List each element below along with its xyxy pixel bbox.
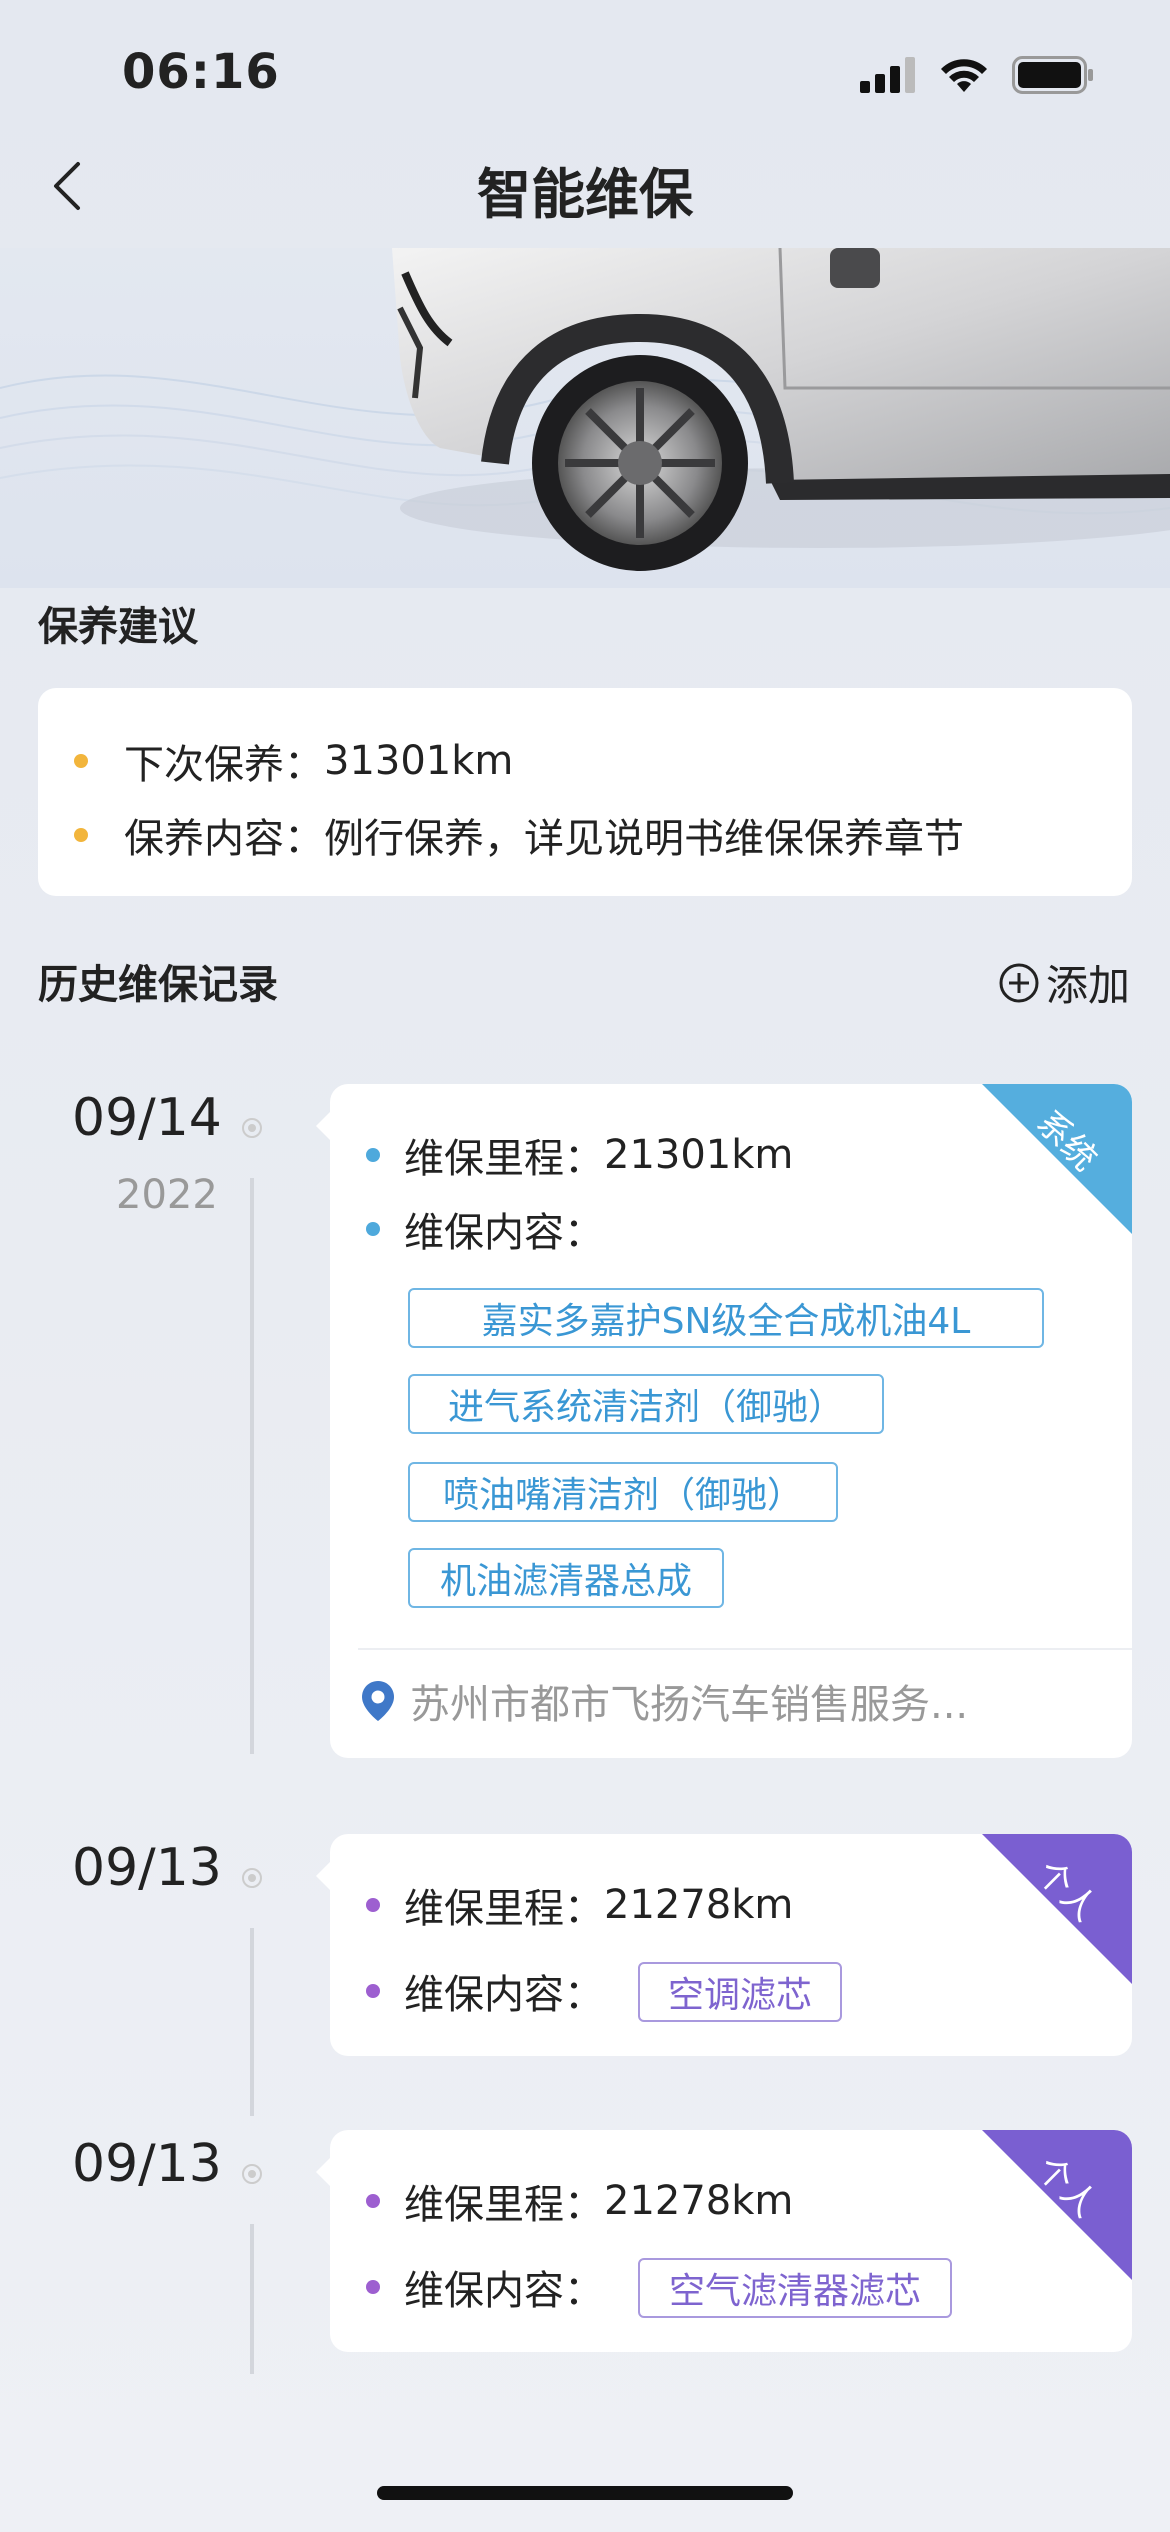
record-date: 09/13 <box>72 1838 222 1898</box>
page-title: 智能维保 <box>477 163 693 226</box>
maintenance-item-tag: 嘉实多嘉护SN级全合成机油4L <box>408 1288 1044 1348</box>
home-indicator[interactable] <box>377 2486 793 2500</box>
mileage-row: 维保里程： 21278km <box>366 1876 793 1934</box>
content-label: 维保内容： <box>404 1210 604 1256</box>
source-corner-badge: 个人 <box>982 2130 1132 2280</box>
advice-next-value: 31301km <box>324 738 514 784</box>
status-time: 06:16 <box>122 44 280 100</box>
content-label: 维保内容： <box>404 1972 604 2018</box>
bullet-dot <box>366 2280 380 2294</box>
mileage-label: 维保里程： <box>404 2182 604 2228</box>
content-row: 维保内容： <box>366 1962 604 2020</box>
content-row: 维保内容： <box>366 2258 604 2316</box>
history-section-title: 历史维保记录 <box>38 962 278 1008</box>
content-label: 维保内容： <box>404 2268 604 2314</box>
advice-card: 下次保养： 31301km 保养内容： 例行保养，详见说明书维保保养章节 <box>38 688 1132 896</box>
timeline-line <box>250 1178 254 1754</box>
bullet-dot <box>366 1898 380 1912</box>
mileage-row: 维保里程： 21278km <box>366 2172 793 2230</box>
mileage-label: 维保里程： <box>404 1136 604 1182</box>
advice-next-label: 下次保养： <box>124 742 324 788</box>
mileage-value: 21278km <box>604 1882 794 1928</box>
record-card[interactable]: 个人 维保里程： 21278km 维保内容： 空气滤清器滤芯 <box>316 2130 1132 2352</box>
source-corner-badge: 个人 <box>982 1834 1132 1984</box>
timeline-dot <box>242 1118 262 1138</box>
record-card[interactable]: 系统 维保里程： 21301km 维保内容： 嘉实多嘉护SN级全合成机油4L 进… <box>316 1084 1132 1758</box>
timeline-line <box>250 1928 254 2116</box>
wifi-icon <box>941 59 987 92</box>
car-hero-image <box>0 248 1170 588</box>
maintenance-item-tag: 空气滤清器滤芯 <box>638 2258 952 2318</box>
advice-next-row: 下次保养： 31301km <box>74 732 513 790</box>
record-card[interactable]: 个人 维保里程： 21278km 维保内容： 空调滤芯 <box>316 1834 1132 2056</box>
bullet-dot <box>74 828 88 842</box>
record-date: 09/13 <box>72 2134 222 2194</box>
record-date: 09/14 <box>72 1088 222 1148</box>
add-record-button[interactable]: 添加 <box>998 952 1130 1013</box>
timeline-dot <box>242 2164 262 2184</box>
bullet-dot <box>366 1222 380 1236</box>
location-row[interactable]: 苏州市都市飞扬汽车销售服务... <box>360 1672 968 1730</box>
bullet-dot <box>366 2194 380 2208</box>
advice-content-label: 保养内容： <box>124 816 324 862</box>
card-divider <box>358 1648 1132 1650</box>
timeline-line <box>250 2224 254 2374</box>
maintenance-item-tag: 进气系统清洁剂（御驰） <box>408 1374 884 1434</box>
advice-content-row: 保养内容： 例行保养，详见说明书维保保养章节 <box>74 806 964 864</box>
timeline-dot <box>242 1868 262 1888</box>
mileage-value: 21301km <box>604 1132 794 1178</box>
bullet-dot <box>366 1984 380 1998</box>
advice-section-title: 保养建议 <box>38 604 198 650</box>
signal-icon <box>860 57 915 93</box>
maintenance-item-tag: 机油滤清器总成 <box>408 1548 724 1608</box>
advice-content-value: 例行保养，详见说明书维保保养章节 <box>324 816 964 862</box>
battery-icon <box>1012 56 1093 94</box>
mileage-value: 21278km <box>604 2178 794 2224</box>
mileage-label: 维保里程： <box>404 1886 604 1932</box>
plus-circle-icon <box>999 963 1039 1002</box>
mileage-row: 维保里程： 21301km <box>366 1126 793 1184</box>
add-record-label: 添加 <box>1045 961 1130 1010</box>
maintenance-item-tag: 空调滤芯 <box>638 1962 842 2022</box>
content-row: 维保内容： <box>366 1200 604 1258</box>
bullet-dot <box>366 1148 380 1162</box>
status-icons <box>860 56 1094 94</box>
source-corner-badge: 系统 <box>982 1084 1132 1234</box>
maintenance-item-tag: 喷油嘴清洁剂（御驰） <box>408 1462 838 1522</box>
bullet-dot <box>74 754 88 768</box>
location-pin-icon <box>362 1681 394 1721</box>
location-text: 苏州市都市飞扬汽车销售服务... <box>410 1682 969 1728</box>
record-year: 2022 <box>116 1172 218 1218</box>
